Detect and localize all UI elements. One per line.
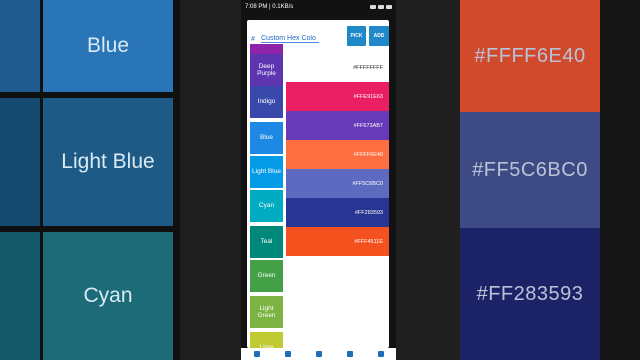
nav-icon[interactable] <box>377 351 384 357</box>
swatch-list[interactable]: PurpleDeep PurpleIndigoBlueLight BlueCya… <box>250 44 283 348</box>
nav-icon[interactable] <box>284 351 291 357</box>
swatch-light-green[interactable]: Light Green <box>250 296 283 328</box>
color-row[interactable]: #FF673AB7 <box>286 111 389 140</box>
left-strip <box>0 0 40 92</box>
left-strip <box>0 98 40 226</box>
swatch-deep-purple[interactable]: Deep Purple <box>250 54 283 86</box>
color-row[interactable]: #FFFFFFFF <box>286 53 389 82</box>
battery-icon <box>386 5 392 9</box>
left-tile-label: Light Blue <box>61 150 155 173</box>
signal-icon <box>370 5 376 9</box>
status-text: 7:08 PM | 0.1KB/s <box>245 4 294 10</box>
right-band-label: #FF5C6BC0 <box>472 158 588 181</box>
left-strip <box>0 232 40 360</box>
left-tile-blue: Blue <box>43 0 173 92</box>
color-row[interactable]: #FFE91E63 <box>286 82 389 111</box>
left-tile-label: Blue <box>86 34 130 57</box>
custom-hex-input[interactable] <box>261 35 319 43</box>
color-row[interactable]: #FF5C6BC0 <box>286 169 389 198</box>
hash-label: # <box>251 35 255 43</box>
right-band-label: #FF283593 <box>476 282 584 305</box>
right-blurred-panel: #FFFF6E40 #FF5C6BC0 #FF283593 <box>460 0 640 360</box>
pick-button[interactable]: PICK <box>347 26 366 46</box>
swatch-teal[interactable]: Teal <box>250 226 283 258</box>
left-tile-label: Cyan <box>83 284 133 307</box>
swatch-cyan[interactable]: Cyan <box>250 190 283 222</box>
swatch-lime[interactable]: Lime <box>250 332 283 348</box>
nav-icon[interactable] <box>315 351 322 357</box>
swatch-green[interactable]: Green <box>250 260 283 292</box>
status-bar: 7:08 PM | 0.1KB/s <box>241 0 396 14</box>
swatch-indigo[interactable]: Indigo <box>250 86 283 118</box>
phone-screen: 7:08 PM | 0.1KB/s # PICK ADD PurpleDeep … <box>241 0 396 360</box>
color-picker-dialog: # PICK ADD PurpleDeep PurpleIndigoBlueLi… <box>247 20 389 348</box>
nav-icon[interactable] <box>346 351 353 357</box>
color-row[interactable]: #FFFF6E40 <box>286 140 389 169</box>
nav-icon[interactable] <box>253 351 260 357</box>
swatch-light-blue[interactable]: Light Blue <box>250 156 283 188</box>
color-row[interactable]: #FF283593 <box>286 198 389 227</box>
right-edge <box>600 0 640 360</box>
bottom-nav <box>241 348 396 360</box>
left-tile-light-blue: Light Blue <box>43 98 173 226</box>
color-list: #FFFFFFFF #FFE91E63 #FF673AB7 #FFFF6E40 #FF5… <box>286 53 389 256</box>
left-blurred-panel: Blue Light Blue Cyan <box>0 0 180 360</box>
right-band: #FFFF6E40 <box>460 0 600 112</box>
right-band-label: #FFFF6E40 <box>474 44 586 67</box>
right-band: #FF283593 <box>460 228 600 360</box>
left-tile-cyan: Cyan <box>43 232 173 360</box>
color-row[interactable]: #FFF4511E <box>286 227 389 256</box>
add-button[interactable]: ADD <box>369 26 389 46</box>
status-icons <box>370 5 392 9</box>
swatch-blue[interactable]: Blue <box>250 122 283 154</box>
wifi-icon <box>378 5 384 9</box>
right-band: #FF5C6BC0 <box>460 112 600 228</box>
